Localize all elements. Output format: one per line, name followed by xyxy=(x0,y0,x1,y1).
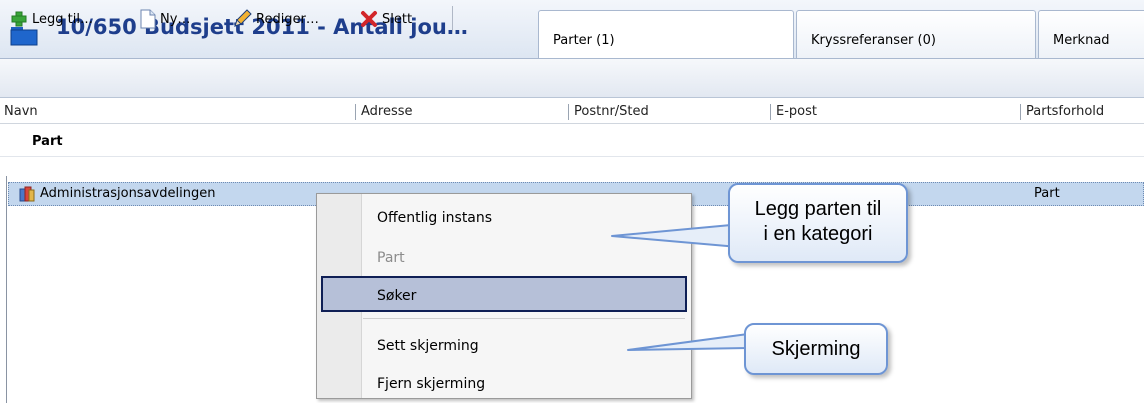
column-divider[interactable] xyxy=(568,104,569,120)
callout-shielding: Skjerming xyxy=(744,323,888,375)
callout-category: Legg parten til i en kategori xyxy=(728,183,908,263)
new-button-label: Ny… xyxy=(160,11,191,27)
tab-kryssreferanser[interactable]: Kryssreferanser (0) xyxy=(796,10,1036,58)
column-e-post[interactable]: E-post xyxy=(776,104,817,119)
edit-button[interactable]: Rediger… xyxy=(232,8,319,30)
add-button-label: Legg til… xyxy=(32,11,93,27)
delete-icon xyxy=(361,11,377,27)
callout-category-line1: Legg parten til xyxy=(754,198,882,220)
toolbar xyxy=(0,59,1144,98)
add-button[interactable]: Legg til… xyxy=(10,8,93,30)
row-partsforhold: Part xyxy=(1034,186,1060,201)
tab-merknad[interactable]: Merknad xyxy=(1038,10,1144,58)
group-divider xyxy=(0,156,1144,157)
new-document-icon xyxy=(140,9,156,29)
column-divider[interactable] xyxy=(770,104,771,120)
toolbar-divider xyxy=(452,6,453,32)
menu-item-fjern-skjerming[interactable]: Fjern skjerming xyxy=(317,364,691,400)
party-icon xyxy=(19,186,35,202)
new-button[interactable]: Ny… xyxy=(140,8,190,30)
column-header-row xyxy=(0,101,1144,124)
pencil-icon xyxy=(234,9,252,27)
delete-button[interactable]: Slett xyxy=(360,8,412,30)
add-icon xyxy=(11,11,27,27)
grid-left-border xyxy=(6,176,7,403)
column-partsforhold[interactable]: Partsforhold xyxy=(1026,104,1104,119)
group-header[interactable]: Part xyxy=(32,134,63,149)
callout-category-line2: i en kategori xyxy=(763,223,873,245)
column-divider[interactable] xyxy=(1020,104,1021,120)
delete-button-label: Slett xyxy=(382,11,413,27)
column-postnr-sted[interactable]: Postnr/Sted xyxy=(574,104,649,119)
edit-button-label: Rediger… xyxy=(256,11,319,27)
column-navn[interactable]: Navn xyxy=(4,104,38,119)
tab-parter[interactable]: Parter (1) xyxy=(538,10,794,58)
row-name: Administrasjonsavdelingen xyxy=(40,186,216,201)
column-adresse[interactable]: Adresse xyxy=(361,104,413,119)
column-divider[interactable] xyxy=(355,104,356,120)
